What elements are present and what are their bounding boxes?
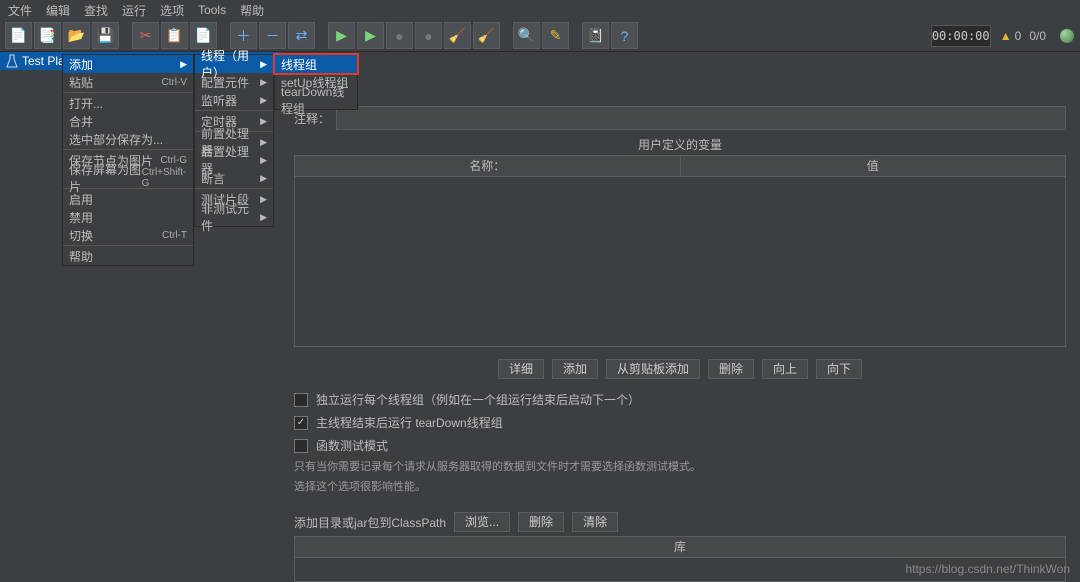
browse-button[interactable]: 浏览... [454, 512, 510, 532]
warn-count: 0 [1015, 29, 1022, 43]
status-indicator-icon [1060, 29, 1074, 43]
chevron-right-icon: ▶ [260, 116, 267, 127]
detail-button[interactable]: 详细 [498, 359, 544, 379]
context-menu-item[interactable]: 打开... [63, 94, 193, 112]
up-button[interactable]: 向上 [762, 359, 808, 379]
menubar: 文件 编辑 查找 运行 选项 Tools 帮助 [0, 0, 1080, 20]
menu-find[interactable]: 查找 [84, 2, 108, 19]
status-counters: ▲ 0 0/0 [997, 29, 1074, 43]
check-label-2: 主线程结束后运行 tearDown线程组 [316, 414, 503, 431]
collapse-icon[interactable]: － [259, 22, 286, 49]
save-icon[interactable]: 💾 [92, 22, 119, 49]
elapsed-time: 00:00:00 [931, 25, 991, 47]
submenu-item[interactable]: 线程（用户）▶ [195, 55, 273, 73]
toolbar: 📄📑📂💾✂📋📄＋－⇄▶▶●●🧹🧹🔍✎📓? 00:00:00 ▲ 0 0/0 [0, 20, 1080, 52]
content-panel: 注释： 用户定义的变量 名称： 值 详细 添加 从剪贴板添加 删除 向上 向下 … [280, 52, 1080, 582]
submenu-add: 线程（用户）▶配置元件▶监听器▶定时器▶前置处理器▶后置处理器▶断言▶测试片段▶… [194, 54, 274, 227]
function-helper-icon[interactable]: 📓 [582, 22, 609, 49]
clear-button[interactable]: 清除 [572, 512, 618, 532]
start-no-timers-icon[interactable]: ▶ [357, 22, 384, 49]
submenu-item[interactable]: 后置处理器▶ [195, 151, 273, 169]
add-from-clipboard-button[interactable]: 从剪贴板添加 [606, 359, 700, 379]
new-file-icon[interactable]: 📄 [5, 22, 32, 49]
submenu-item[interactable]: 非测试元件▶ [195, 208, 273, 226]
chevron-right-icon: ▶ [260, 95, 267, 106]
note-text-1: 只有当你需要记录每个请求从服务器取得的数据到文件时才需要选择函数测试模式。 [294, 460, 1066, 474]
menu-run[interactable]: 运行 [122, 2, 146, 19]
vars-table-body[interactable] [294, 177, 1066, 347]
checkbox-teardown[interactable]: ✓ [294, 416, 308, 430]
submenu-thread-item[interactable]: 线程组 [275, 55, 357, 73]
chevron-right-icon: ▶ [260, 59, 267, 70]
menu-help[interactable]: 帮助 [240, 2, 264, 19]
context-menu-item[interactable]: 切换Ctrl-T [63, 226, 193, 244]
submenu-threads: 线程组setUp线程组tearDown线程组 [274, 54, 358, 110]
active-count: 0/0 [1029, 29, 1046, 43]
stop-icon[interactable]: ● [386, 22, 413, 49]
warning-icon: ▲ [1000, 29, 1012, 43]
col-value: 值 [681, 156, 1066, 176]
shutdown-icon[interactable]: ● [415, 22, 442, 49]
submenu-item[interactable]: 配置元件▶ [195, 73, 273, 91]
delete-classpath-button[interactable]: 删除 [518, 512, 564, 532]
open-icon[interactable]: 📂 [63, 22, 90, 49]
comment-input[interactable] [336, 106, 1066, 130]
classpath-label: 添加目录或jar包到ClassPath [294, 514, 446, 531]
context-menu-item[interactable]: 保存屏幕为图片Ctrl+Shift-G [63, 169, 193, 187]
check-label-3: 函数测试模式 [316, 437, 388, 454]
submenu-item[interactable]: 监听器▶ [195, 91, 273, 109]
chevron-right-icon: ▶ [260, 194, 267, 205]
down-button[interactable]: 向下 [816, 359, 862, 379]
note-text-2: 选择这个选项很影响性能。 [294, 480, 1066, 494]
help-icon[interactable]: ? [611, 22, 638, 49]
cut-icon[interactable]: ✂ [132, 22, 159, 49]
checkbox-serial-threadgroups[interactable] [294, 393, 308, 407]
watermark: https://blog.csdn.net/ThinkWon [905, 562, 1070, 576]
context-menu-item[interactable]: 帮助 [63, 247, 193, 265]
menu-file[interactable]: 文件 [8, 2, 32, 19]
vars-table-header: 名称： 值 [294, 155, 1066, 177]
context-menu-item[interactable]: 禁用 [63, 208, 193, 226]
context-menu-item[interactable]: 选中部分保存为... [63, 130, 193, 148]
chevron-right-icon: ▶ [260, 137, 267, 148]
clear-all-icon[interactable]: 🧹 [473, 22, 500, 49]
check-label-1: 独立运行每个线程组（例如在一个组运行结束后启动下一个） [316, 391, 640, 408]
search-icon[interactable]: 🔍 [513, 22, 540, 49]
add-button[interactable]: 添加 [552, 359, 598, 379]
chevron-right-icon: ▶ [260, 155, 267, 166]
chevron-right-icon: ▶ [180, 59, 187, 70]
clear-icon[interactable]: 🧹 [444, 22, 471, 49]
col-name: 名称： [295, 156, 681, 176]
chevron-right-icon: ▶ [260, 173, 267, 184]
context-menu-item[interactable]: 合并 [63, 112, 193, 130]
flask-icon [6, 54, 18, 68]
context-menu-item[interactable]: 添加▶ [63, 55, 193, 73]
lib-header: 库 [294, 536, 1066, 558]
templates-icon[interactable]: 📑 [34, 22, 61, 49]
vars-title: 用户定义的变量 [280, 136, 1080, 153]
submenu-thread-item[interactable]: tearDown线程组 [275, 91, 357, 109]
toggle-icon[interactable]: ⇄ [288, 22, 315, 49]
chevron-right-icon: ▶ [260, 77, 267, 88]
chevron-right-icon: ▶ [260, 212, 267, 223]
expand-icon[interactable]: ＋ [230, 22, 257, 49]
context-menu-item[interactable]: 粘贴Ctrl-V [63, 73, 193, 91]
vars-button-row: 详细 添加 从剪贴板添加 删除 向上 向下 [280, 359, 1080, 379]
start-icon[interactable]: ▶ [328, 22, 355, 49]
copy-icon[interactable]: 📋 [161, 22, 188, 49]
menu-tools[interactable]: Tools [198, 3, 226, 17]
checkbox-functional-mode[interactable] [294, 439, 308, 453]
menu-options[interactable]: 选项 [160, 2, 184, 19]
delete-button[interactable]: 删除 [708, 359, 754, 379]
paste-icon[interactable]: 📄 [190, 22, 217, 49]
context-menu: 添加▶粘贴Ctrl-V打开...合并选中部分保存为...保存节点为图片Ctrl-… [62, 54, 194, 266]
reset-search-icon[interactable]: ✎ [542, 22, 569, 49]
menu-edit[interactable]: 编辑 [46, 2, 70, 19]
